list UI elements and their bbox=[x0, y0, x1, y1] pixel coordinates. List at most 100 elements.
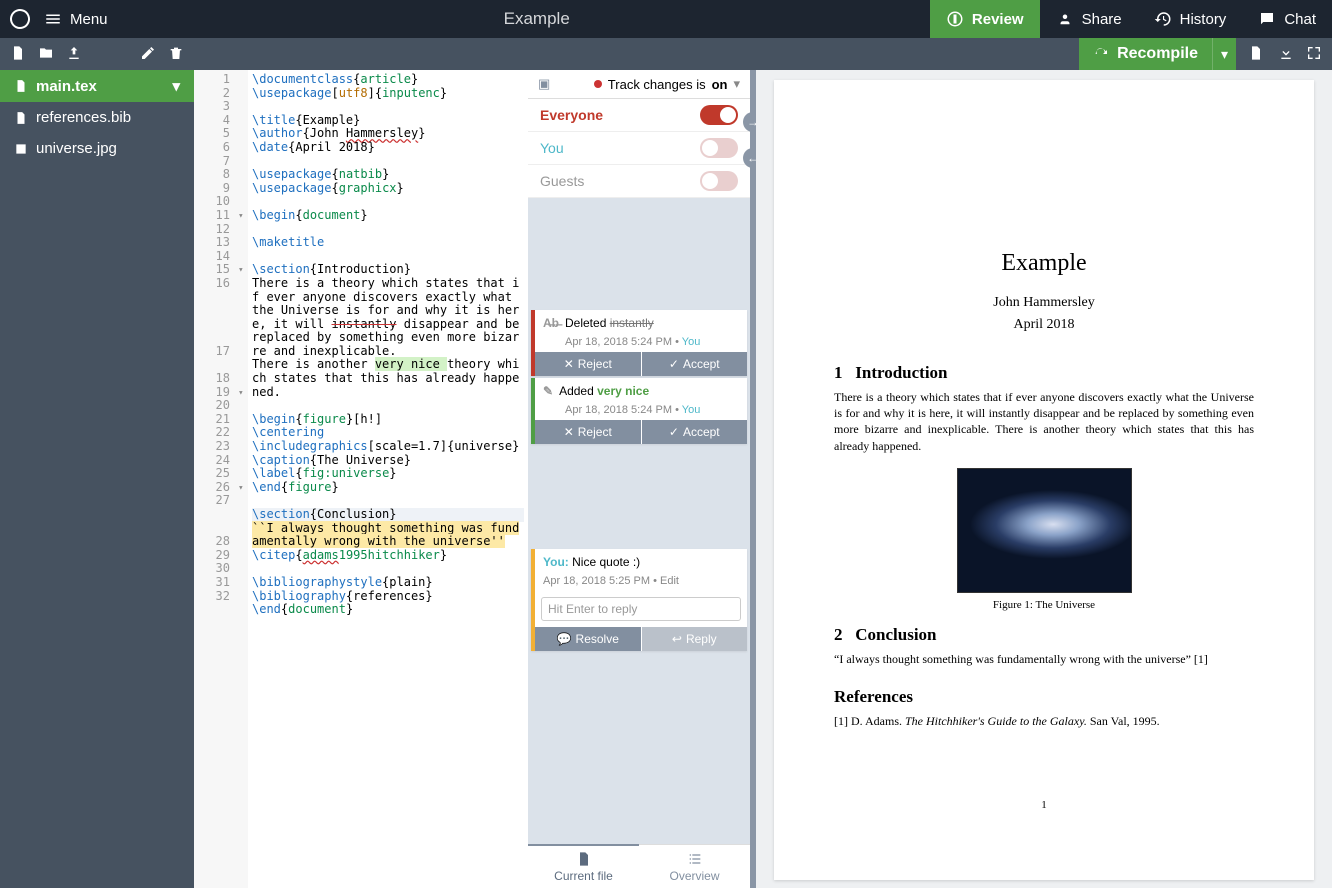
recompile-dropdown[interactable]: ▾ bbox=[1212, 38, 1236, 70]
recompile-button[interactable]: Recompile bbox=[1079, 38, 1212, 70]
track-state: on bbox=[712, 77, 728, 92]
hamburger-icon bbox=[44, 10, 62, 28]
code-editor[interactable]: 12345678910 1112131415 16 17 18192021222… bbox=[194, 70, 528, 888]
accept-button[interactable]: ✓ Accept bbox=[642, 420, 748, 444]
pdf-caption: Figure 1: The Universe bbox=[834, 599, 1254, 611]
reject-button[interactable]: ✕ Reject bbox=[535, 352, 642, 376]
track-label: Track changes is bbox=[608, 77, 706, 92]
new-folder-button[interactable] bbox=[38, 45, 54, 64]
toggle-guests: Guests bbox=[528, 165, 750, 198]
file-icon bbox=[576, 851, 592, 867]
file-icon bbox=[10, 45, 26, 61]
recompile-label: Recompile bbox=[1117, 45, 1198, 63]
track-changes-header[interactable]: ▣ Track changes is on ▾ bbox=[528, 70, 750, 99]
history-button[interactable]: History bbox=[1138, 0, 1243, 38]
fullscreen-button[interactable] bbox=[1306, 45, 1332, 64]
review-button[interactable]: Review bbox=[930, 0, 1040, 38]
change-timestamp: Apr 18, 2018 5:24 PM bbox=[565, 336, 672, 348]
pdf-figure: Figure 1: The Universe bbox=[834, 468, 1254, 611]
added-text: very nice bbox=[597, 384, 649, 398]
pdf-preview[interactable]: Example John Hammersley April 2018 1 Int… bbox=[756, 70, 1332, 888]
folder-icon bbox=[38, 45, 54, 61]
download-icon bbox=[1278, 45, 1294, 61]
rename-button[interactable] bbox=[140, 45, 156, 64]
comment-text: Nice quote :) bbox=[572, 555, 640, 569]
upload-button[interactable] bbox=[66, 45, 82, 64]
review-icon bbox=[946, 10, 964, 28]
menu-button[interactable]: Menu bbox=[38, 10, 114, 28]
comment-timestamp: Apr 18, 2018 5:25 PM bbox=[543, 575, 650, 587]
review-panel: ▣ Track changes is on ▾ Everyone You Gue… bbox=[528, 70, 750, 888]
pdf-paragraph: “I always thought something was fundamen… bbox=[834, 651, 1254, 667]
main-area: main.tex ▾ references.bib universe.jpg 1… bbox=[0, 70, 1332, 888]
new-file-button[interactable] bbox=[10, 45, 26, 64]
toggle-everyone: Everyone bbox=[528, 99, 750, 132]
pencil-icon: ✎ bbox=[543, 384, 553, 398]
file-icon bbox=[14, 111, 28, 125]
review-entries: A̶b̶ Deleted instantly Apr 18, 2018 5:24… bbox=[528, 198, 750, 844]
refresh-icon bbox=[1093, 46, 1109, 62]
switch-everyone[interactable] bbox=[700, 105, 738, 125]
list-icon bbox=[687, 851, 703, 867]
menu-label: Menu bbox=[70, 11, 108, 28]
overview-toggle[interactable]: ▣ bbox=[538, 76, 550, 92]
chevron-down-icon[interactable]: ▾ bbox=[172, 77, 180, 95]
line-gutter: 12345678910 1112131415 16 17 18192021222… bbox=[194, 70, 248, 888]
chat-icon bbox=[1258, 10, 1276, 28]
trash-icon bbox=[168, 45, 184, 61]
up-button[interactable] bbox=[122, 11, 134, 27]
share-button[interactable]: Share bbox=[1040, 0, 1138, 38]
comment-card: You: Nice quote :) Apr 18, 2018 5:25 PM … bbox=[531, 549, 747, 651]
review-footer: Current file Overview bbox=[528, 844, 750, 888]
file-references-bib[interactable]: references.bib bbox=[0, 102, 194, 133]
reply-button[interactable]: ↩ Reply bbox=[642, 627, 748, 651]
file-universe-jpg[interactable]: universe.jpg bbox=[0, 133, 194, 164]
image-icon bbox=[14, 142, 28, 156]
reply-input[interactable]: Hit Enter to reply bbox=[541, 597, 741, 621]
tab-label: Current file bbox=[554, 869, 613, 883]
universe-image bbox=[957, 468, 1132, 593]
chat-button[interactable]: Chat bbox=[1242, 0, 1332, 38]
tab-overview[interactable]: Overview bbox=[639, 845, 750, 888]
download-button[interactable] bbox=[1278, 45, 1294, 64]
logs-button[interactable] bbox=[1248, 45, 1264, 64]
change-author: You bbox=[682, 336, 701, 348]
change-author: You bbox=[682, 404, 701, 416]
pdf-date: April 2018 bbox=[834, 317, 1254, 333]
overleaf-logo bbox=[7, 6, 33, 32]
pdf-page: Example John Hammersley April 2018 1 Int… bbox=[774, 80, 1314, 880]
recompile-wrap: Recompile ▾ bbox=[1079, 38, 1332, 70]
code-content[interactable]: \documentclass{article}\usepackage[utf8]… bbox=[248, 70, 528, 888]
pencil-icon bbox=[140, 45, 156, 61]
change-added: ✎ Added very nice Apr 18, 2018 5:24 PM •… bbox=[531, 378, 747, 444]
pdf-reference: [1] D. Adams. The Hitchhiker's Guide to … bbox=[834, 713, 1254, 729]
change-deleted: A̶b̶ Deleted instantly Apr 18, 2018 5:24… bbox=[531, 310, 747, 376]
accept-button[interactable]: ✓ Accept bbox=[642, 352, 748, 376]
switch-you[interactable] bbox=[700, 138, 738, 158]
delete-button[interactable] bbox=[168, 45, 184, 64]
switch-guests[interactable] bbox=[700, 171, 738, 191]
file-main-tex[interactable]: main.tex ▾ bbox=[0, 70, 194, 102]
pdf-references-heading: References bbox=[834, 687, 1254, 707]
top-bar: Menu Example Review Share History Chat bbox=[0, 0, 1332, 38]
reject-button[interactable]: ✕ Reject bbox=[535, 420, 642, 444]
tab-label: Overview bbox=[669, 869, 719, 883]
added-label: Added bbox=[559, 384, 594, 398]
pdf-paragraph: There is a theory which states that if e… bbox=[834, 389, 1254, 454]
chat-label: Chat bbox=[1284, 11, 1316, 28]
resolve-button[interactable]: 💬 Resolve bbox=[535, 627, 642, 651]
project-title: Example bbox=[144, 9, 930, 29]
deleted-text: instantly bbox=[610, 316, 654, 330]
chevron-down-icon[interactable]: ▾ bbox=[733, 76, 740, 92]
share-label: Share bbox=[1082, 11, 1122, 28]
file-label: references.bib bbox=[36, 109, 131, 126]
file-icon bbox=[14, 79, 28, 93]
comment-author: You: bbox=[543, 555, 569, 569]
pdf-section-2: 2 Conclusion bbox=[834, 625, 1254, 645]
toggle-you: You bbox=[528, 132, 750, 165]
tab-current-file[interactable]: Current file bbox=[528, 844, 639, 888]
sub-toolbar: Recompile ▾ bbox=[0, 38, 1332, 70]
edit-link[interactable]: Edit bbox=[660, 575, 679, 587]
history-label: History bbox=[1180, 11, 1227, 28]
file-tree: main.tex ▾ references.bib universe.jpg bbox=[0, 70, 194, 888]
